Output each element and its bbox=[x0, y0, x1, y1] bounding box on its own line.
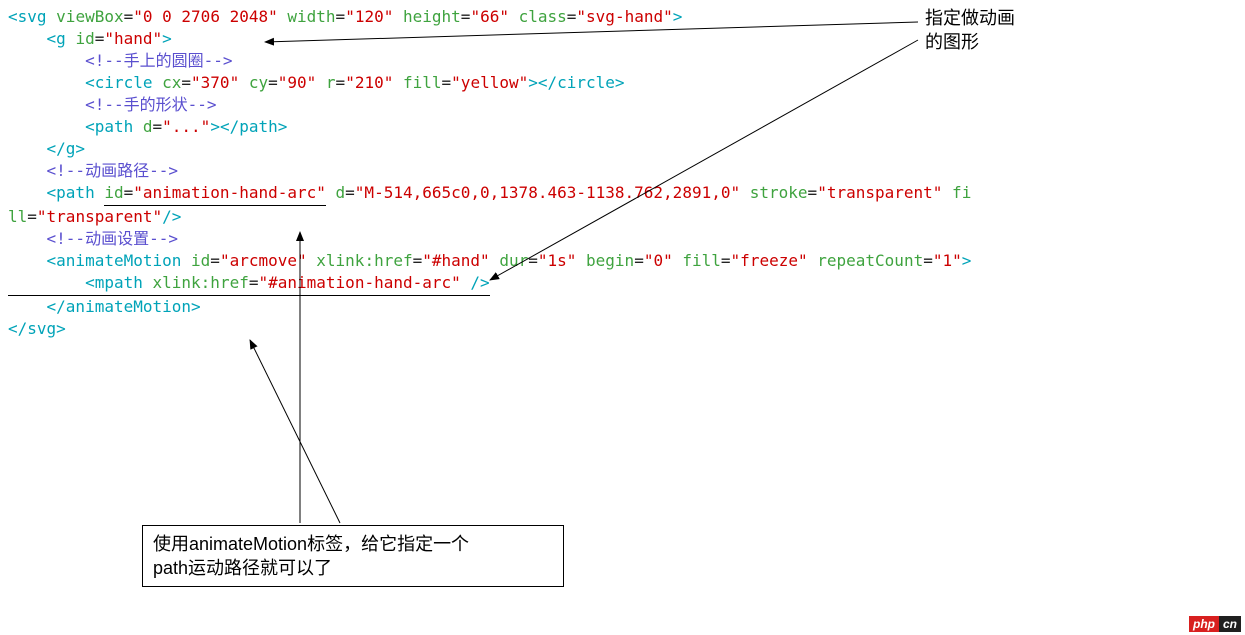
code-token: fi bbox=[942, 183, 971, 202]
code-token: "0" bbox=[644, 251, 673, 270]
code-token: <circle bbox=[8, 73, 162, 92]
logo: phpcn bbox=[1189, 617, 1241, 631]
code-comment: <!--动画路径--> bbox=[8, 161, 178, 180]
code-token: "animation-hand-arc" bbox=[133, 183, 326, 202]
code-token: = bbox=[268, 73, 278, 92]
logo-right: cn bbox=[1219, 616, 1241, 632]
code-token: "svg-hand" bbox=[576, 7, 672, 26]
code-token: = bbox=[27, 207, 37, 226]
code-token: /> bbox=[162, 207, 181, 226]
code-token: fill bbox=[393, 73, 441, 92]
code-token: viewBox bbox=[56, 7, 123, 26]
code-token: <svg bbox=[8, 7, 56, 26]
code-token: xlink bbox=[153, 273, 201, 292]
code-token: id bbox=[75, 29, 94, 48]
code-token: width bbox=[278, 7, 336, 26]
code-token: dur bbox=[490, 251, 529, 270]
code-token: "M-514,665c0,0,1378.463-1138.762,2891,0" bbox=[355, 183, 740, 202]
code-token: class bbox=[509, 7, 567, 26]
code-token: r bbox=[316, 73, 335, 92]
code-token: begin bbox=[576, 251, 634, 270]
code-token: <path bbox=[8, 117, 143, 136]
code-token: "66" bbox=[470, 7, 509, 26]
code-token: "370" bbox=[191, 73, 239, 92]
code-token: = bbox=[181, 73, 191, 92]
code-token: ll bbox=[8, 207, 27, 226]
code-token: = bbox=[808, 183, 818, 202]
code-token: = bbox=[95, 29, 105, 48]
code-token: repeatCount bbox=[808, 251, 924, 270]
code-token: "..." bbox=[162, 117, 210, 136]
code-block: <svg viewBox="0 0 2706 2048" width="120"… bbox=[8, 6, 971, 340]
code-token: cx bbox=[162, 73, 181, 92]
code-token: = bbox=[634, 251, 644, 270]
code-token: xlink bbox=[307, 251, 365, 270]
code-token: <path bbox=[8, 183, 104, 202]
code-token: :href bbox=[364, 251, 412, 270]
code-token: = bbox=[336, 7, 346, 26]
code-token: = bbox=[721, 251, 731, 270]
code-token: = bbox=[124, 7, 134, 26]
code-token: id bbox=[104, 183, 123, 202]
code-token: = bbox=[210, 251, 220, 270]
code-token: "1s" bbox=[538, 251, 577, 270]
code-token: "yellow" bbox=[451, 73, 528, 92]
code-comment: <!--手上的圆圈--> bbox=[8, 51, 233, 70]
code-token: = bbox=[528, 251, 538, 270]
code-token: cy bbox=[239, 73, 268, 92]
code-token: = bbox=[345, 183, 355, 202]
code-token: /> bbox=[461, 273, 490, 292]
code-token: "120" bbox=[345, 7, 393, 26]
code-token: "#animation-hand-arc" bbox=[258, 273, 460, 292]
annotation-text: 的图形 bbox=[925, 32, 979, 52]
code-token: = bbox=[923, 251, 933, 270]
code-token: > bbox=[962, 251, 972, 270]
code-token: = bbox=[413, 251, 423, 270]
code-token: = bbox=[567, 7, 577, 26]
code-comment: <!--手的形状--> bbox=[8, 95, 217, 114]
code-token: "1" bbox=[933, 251, 962, 270]
annotation-box: 使用animateMotion标签，给它指定一个 path运动路径就可以了 bbox=[142, 525, 564, 587]
code-token: > bbox=[673, 7, 683, 26]
code-token: stroke bbox=[740, 183, 807, 202]
code-token: "0 0 2706 2048" bbox=[133, 7, 278, 26]
canvas: <svg viewBox="0 0 2706 2048" width="120"… bbox=[0, 0, 1245, 635]
annotation-text: 指定做动画 bbox=[925, 8, 1015, 28]
code-token: height bbox=[393, 7, 460, 26]
code-token: </svg> bbox=[8, 319, 66, 338]
logo-left: php bbox=[1189, 616, 1219, 632]
code-token: <g bbox=[8, 29, 75, 48]
code-token: <animateMotion bbox=[8, 251, 191, 270]
code-token: </animateMotion> bbox=[8, 297, 201, 316]
code-token: = bbox=[124, 183, 134, 202]
code-token: "freeze" bbox=[731, 251, 808, 270]
code-token: id bbox=[191, 251, 210, 270]
code-token: = bbox=[153, 117, 163, 136]
annotation-top: 指定做动画 的图形 bbox=[925, 6, 1015, 54]
code-token: <mpath bbox=[8, 273, 153, 292]
code-comment: <!--动画设置--> bbox=[8, 229, 178, 248]
code-token: = bbox=[336, 73, 346, 92]
code-token: = bbox=[461, 7, 471, 26]
code-token: d bbox=[143, 117, 153, 136]
code-token: fill bbox=[673, 251, 721, 270]
code-token: </g> bbox=[8, 139, 85, 158]
annotation-text: 使用animateMotion标签，给它指定一个 bbox=[153, 534, 469, 554]
code-token: ></circle> bbox=[528, 73, 624, 92]
code-token: :href bbox=[201, 273, 249, 292]
code-token: "#hand" bbox=[422, 251, 489, 270]
code-token: "arcmove" bbox=[220, 251, 307, 270]
code-token: "90" bbox=[278, 73, 317, 92]
code-token: = bbox=[442, 73, 452, 92]
code-token: "transparent" bbox=[817, 183, 942, 202]
code-token: > bbox=[162, 29, 172, 48]
code-token: "hand" bbox=[104, 29, 162, 48]
code-token: "210" bbox=[345, 73, 393, 92]
code-token: "transparent" bbox=[37, 207, 162, 226]
code-token: ></path> bbox=[210, 117, 287, 136]
annotation-text: path运动路径就可以了 bbox=[153, 558, 332, 578]
code-token: d bbox=[326, 183, 345, 202]
